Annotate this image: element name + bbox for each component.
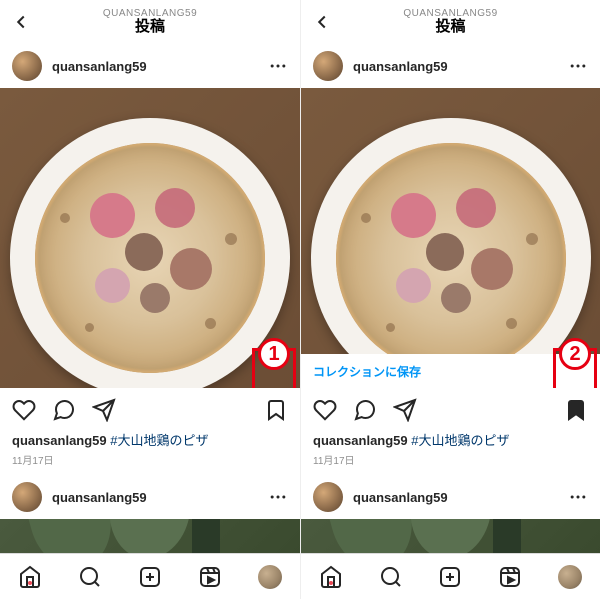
bookmark-icon-filled[interactable] — [564, 398, 588, 422]
caption-username[interactable]: quansanlang59 — [313, 433, 408, 448]
action-bar — [0, 388, 300, 432]
bottom-nav — [0, 553, 300, 599]
caption-username[interactable]: quansanlang59 — [12, 433, 107, 448]
avatar[interactable] — [313, 51, 343, 81]
post-header: quansanlang59 — [301, 44, 600, 88]
reels-icon[interactable] — [498, 565, 522, 589]
post-date: 11月17日 — [301, 452, 600, 475]
post-date: 11月17日 — [0, 452, 300, 475]
post-image[interactable]: コレクションに保存 2 — [301, 88, 600, 388]
more-icon[interactable] — [268, 487, 288, 507]
comment-icon[interactable] — [52, 398, 76, 422]
hashtag[interactable]: #大山地鶏のピザ — [411, 433, 509, 448]
post-username[interactable]: quansanlang59 — [52, 490, 268, 505]
next-post-header: quansanlang59 — [0, 475, 300, 519]
caption: quansanlang59 #大山地鶏のピザ — [0, 432, 300, 452]
header-title: 投稿 — [403, 19, 497, 36]
add-icon[interactable] — [438, 565, 462, 589]
search-icon[interactable] — [379, 565, 403, 589]
right-pane: QUANSANLANG59 投稿 quansanlang59 コレクションに保存 — [300, 0, 600, 599]
save-toast[interactable]: コレクションに保存 — [301, 354, 600, 388]
back-icon[interactable] — [10, 11, 32, 33]
avatar[interactable] — [313, 482, 343, 512]
post-username[interactable]: quansanlang59 — [353, 59, 568, 74]
more-icon[interactable] — [268, 56, 288, 76]
top-bar: QUANSANLANG59 投稿 — [0, 0, 300, 44]
like-icon[interactable] — [313, 398, 337, 422]
avatar[interactable] — [12, 51, 42, 81]
avatar[interactable] — [12, 482, 42, 512]
annotation-number-2: 2 — [559, 338, 591, 370]
annotation-number-1: 1 — [258, 338, 290, 370]
hashtag[interactable]: #大山地鶏のピザ — [110, 433, 208, 448]
comment-icon[interactable] — [353, 398, 377, 422]
add-icon[interactable] — [138, 565, 162, 589]
action-bar — [301, 388, 600, 432]
header-title: 投稿 — [103, 19, 197, 36]
reels-icon[interactable] — [198, 565, 222, 589]
home-icon[interactable] — [18, 565, 42, 589]
bottom-nav — [301, 553, 600, 599]
share-icon[interactable] — [92, 398, 116, 422]
bookmark-icon[interactable] — [264, 398, 288, 422]
search-icon[interactable] — [78, 565, 102, 589]
caption: quansanlang59 #大山地鶏のピザ — [301, 432, 600, 452]
post-header: quansanlang59 — [0, 44, 300, 88]
left-pane: QUANSANLANG59 投稿 quansanlang59 1 — [0, 0, 300, 599]
notification-dot — [329, 581, 333, 585]
profile-icon[interactable] — [558, 565, 582, 589]
post-image[interactable]: 1 — [0, 88, 300, 388]
top-bar: QUANSANLANG59 投稿 — [301, 0, 600, 44]
more-icon[interactable] — [568, 56, 588, 76]
title-block: QUANSANLANG59 投稿 — [403, 8, 497, 36]
like-icon[interactable] — [12, 398, 36, 422]
notification-dot — [28, 581, 32, 585]
next-post-header: quansanlang59 — [301, 475, 600, 519]
profile-icon[interactable] — [258, 565, 282, 589]
share-icon[interactable] — [393, 398, 417, 422]
post-username[interactable]: quansanlang59 — [353, 490, 568, 505]
toast-text: コレクションに保存 — [313, 363, 421, 380]
home-icon[interactable] — [319, 565, 343, 589]
back-icon[interactable] — [311, 11, 333, 33]
title-block: QUANSANLANG59 投稿 — [103, 8, 197, 36]
more-icon[interactable] — [568, 487, 588, 507]
post-username[interactable]: quansanlang59 — [52, 59, 268, 74]
